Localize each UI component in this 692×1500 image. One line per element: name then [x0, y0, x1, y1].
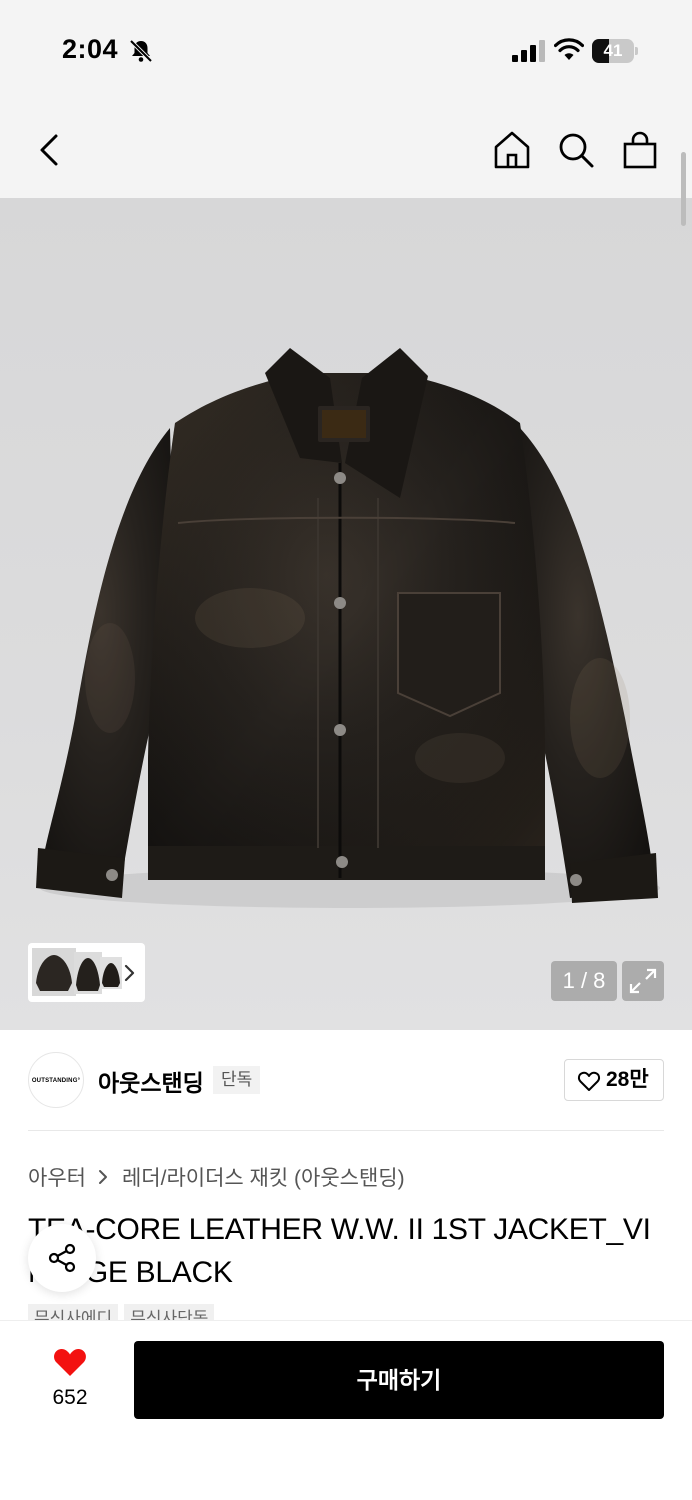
brand-like-count: 28만: [606, 1068, 649, 1091]
breadcrumb: 아우터 레더/라이더스 재킷 (아웃스탠딩): [28, 1162, 405, 1192]
cellular-signal-icon: [512, 40, 545, 62]
product-tag[interactable]: 무신사에디: [28, 1304, 119, 1320]
status-time: 2:04: [62, 34, 119, 64]
battery-indicator: 41: [592, 39, 638, 63]
battery-level-text: 41: [603, 41, 623, 60]
heart-outline-icon: [577, 1071, 601, 1091]
chevron-right-icon: [98, 1170, 107, 1184]
heart-filled-icon[interactable]: [52, 1346, 88, 1378]
product-tag[interactable]: 무신사단독: [124, 1304, 215, 1320]
bell-slash-icon: [129, 39, 153, 63]
home-icon[interactable]: [492, 130, 532, 170]
breadcrumb-parent[interactable]: 아우터: [28, 1162, 86, 1192]
shopping-bag-icon[interactable]: [620, 130, 660, 170]
product-image: [36, 348, 660, 908]
share-icon: [48, 1243, 76, 1273]
expand-icon: [629, 968, 657, 994]
wish-count: 652: [52, 1386, 88, 1409]
breadcrumb-child[interactable]: 레더/라이더스 재킷 (아웃스탠딩): [122, 1162, 405, 1192]
brand-name[interactable]: 아웃스탠딩: [98, 1064, 204, 1098]
product-tags: 무신사에디 무신사단독: [28, 1304, 215, 1320]
buy-button[interactable]: 구매하기: [134, 1341, 664, 1419]
search-icon[interactable]: [556, 130, 596, 170]
scrollbar[interactable]: [681, 152, 686, 226]
share-button[interactable]: [28, 1224, 96, 1292]
brand-like-button[interactable]: 28만: [564, 1059, 664, 1101]
chevron-right-icon[interactable]: [121, 962, 139, 984]
page-counter: 1 / 8: [551, 961, 617, 1001]
product-title-line-1: TEA-CORE LEATHER W.W. II 1ST JACKET_VI: [28, 1213, 651, 1246]
divider: [28, 1130, 664, 1131]
product-image-gallery[interactable]: [0, 198, 692, 1030]
product-title-line-2: NTAGE BLACK: [28, 1256, 233, 1289]
brand-logo[interactable]: OUTSTANDING°: [28, 1052, 84, 1108]
wifi-icon: [554, 38, 584, 60]
product-title: TEA-CORE LEATHER W.W. II 1ST JACKET_VI N…: [28, 1208, 668, 1294]
back-icon[interactable]: [34, 130, 66, 170]
expand-button[interactable]: [622, 961, 664, 1001]
exclusive-badge: 단독: [213, 1066, 261, 1094]
